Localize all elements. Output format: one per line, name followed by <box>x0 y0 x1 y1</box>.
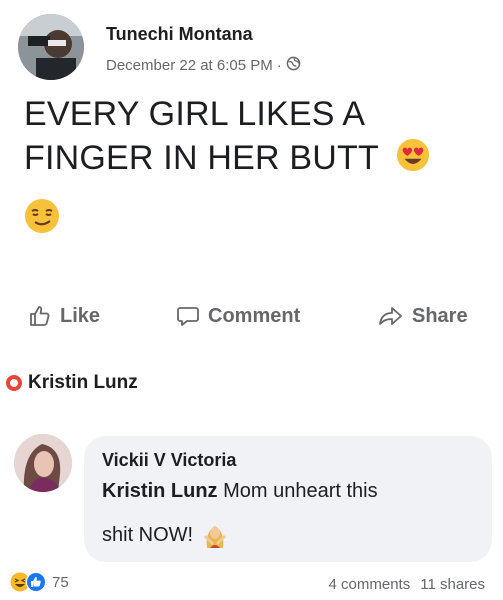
post-text: EVERY GIRL LIKES A FINGER IN HER BUTT <box>24 92 484 183</box>
mention-name[interactable]: Kristin Lunz <box>28 372 138 394</box>
reaction-summary[interactable]: 75 <box>10 572 69 592</box>
engagement-counts: 4 comments 11 shares <box>329 576 485 593</box>
reaction-count: 75 <box>52 573 69 591</box>
heart-eyes-emoji-icon <box>396 138 430 183</box>
author-avatar[interactable] <box>18 14 84 80</box>
comment-button[interactable]: Comment <box>176 304 300 328</box>
post-text-line-2: FINGER IN HER BUTT <box>24 136 484 183</box>
comments-count[interactable]: 4 comments <box>329 576 411 593</box>
like-reaction-icon <box>26 572 46 592</box>
share-button[interactable]: Share <box>378 304 468 328</box>
comment-text-line-2: shit NOW! <box>102 522 229 548</box>
avatar-image <box>18 14 84 80</box>
share-label: Share <box>412 304 468 327</box>
post-meta: December 22 at 6:05 PM · <box>106 56 301 75</box>
woman-gesturing-no-icon <box>204 526 227 548</box>
comment-bubble: Vickii V Victoria Kristin Lunz Mom unhea… <box>84 436 492 562</box>
comment-label: Comment <box>208 304 301 327</box>
smirk-emoji-icon <box>24 198 64 238</box>
commenter-avatar-image <box>14 434 72 492</box>
comment-text-line-1: Kristin Lunz Mom unheart this <box>102 480 378 503</box>
share-arrow-icon <box>379 307 402 325</box>
comments-area: Kristin Lunz Vickii V Victoria Kristin L… <box>0 350 503 570</box>
post-card: Tunechi Montana December 22 at 6:05 PM ·… <box>0 0 503 351</box>
like-button[interactable]: Like <box>28 304 100 328</box>
thumbs-up-icon <box>30 306 50 326</box>
mention-indicator-icon <box>6 375 22 391</box>
mention-row: Kristin Lunz <box>6 372 138 394</box>
comment-text-part-2: shit NOW! <box>102 523 194 546</box>
comment-icon <box>177 307 199 326</box>
like-label: Like <box>60 304 101 327</box>
commenter-avatar[interactable] <box>14 434 72 492</box>
shares-count[interactable]: 11 shares <box>420 576 485 593</box>
meta-separator: · <box>276 57 282 74</box>
post-author-name[interactable]: Tunechi Montana <box>106 24 253 45</box>
comment-text-part-1: Mom unheart this <box>217 480 378 502</box>
post-header: Tunechi Montana December 22 at 6:05 PM · <box>18 14 478 84</box>
commenter-name[interactable]: Vickii V Victoria <box>102 450 236 471</box>
post-text-line-2-text: FINGER IN HER BUTT <box>24 139 379 177</box>
post-actions-bar: Like Comment Share <box>0 290 503 342</box>
post-text-line-1: EVERY GIRL LIKES A <box>24 95 366 133</box>
globe-icon <box>286 56 301 75</box>
post-footer: 75 4 comments 11 shares <box>0 570 503 600</box>
post-timestamp[interactable]: December 22 at 6:05 PM <box>106 57 273 74</box>
comment-tag[interactable]: Kristin Lunz <box>102 480 218 502</box>
